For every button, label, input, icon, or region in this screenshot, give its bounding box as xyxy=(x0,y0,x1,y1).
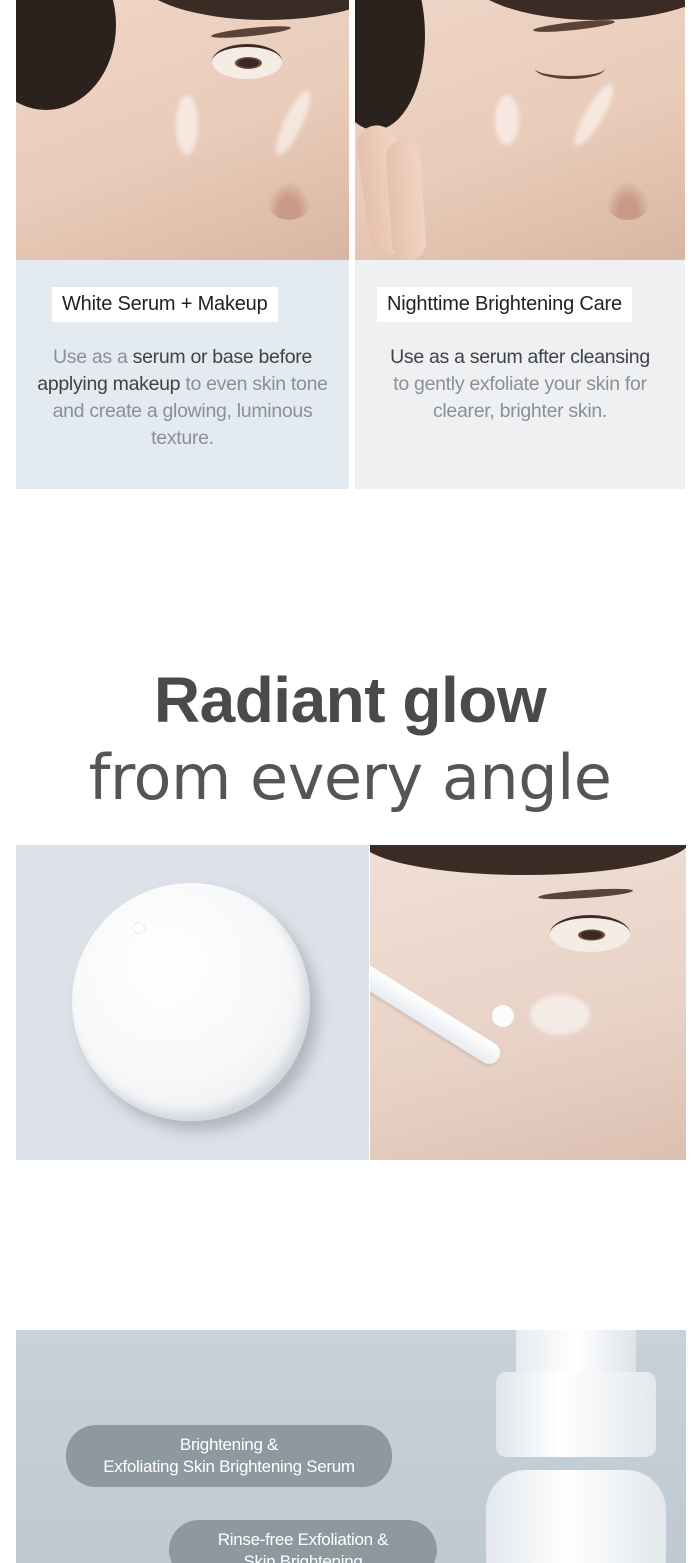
badge-line: Brightening & xyxy=(179,1435,279,1454)
eyebrow xyxy=(210,23,292,41)
usage-card-description: Use as a serum or base before applying m… xyxy=(16,344,349,452)
closed-eye xyxy=(535,58,605,79)
nose xyxy=(605,180,651,220)
eyebrow xyxy=(532,17,616,35)
bottle-cap xyxy=(496,1372,656,1457)
model-photo-left xyxy=(16,0,349,260)
serum-bottle xyxy=(486,1330,676,1563)
badge-line: Rinse-free Exfoliation & xyxy=(217,1530,389,1549)
dropper-tip xyxy=(492,1005,514,1027)
hair-shape xyxy=(465,0,685,20)
product-badge: Rinse-free Exfoliation & Skin Brightenin… xyxy=(169,1520,437,1563)
hair-shape xyxy=(370,845,686,875)
usage-card-title: White Serum + Makeup xyxy=(52,287,278,322)
eyebrow xyxy=(537,886,634,902)
finger xyxy=(384,138,428,260)
product-badge: Brightening & Exfoliating Skin Brighteni… xyxy=(66,1425,392,1487)
dropper xyxy=(370,956,505,1069)
product-panel: Brightening & Exfoliating Skin Brighteni… xyxy=(16,1330,686,1563)
serum-shine xyxy=(270,87,316,159)
serum-shine xyxy=(530,995,590,1035)
serum-drop xyxy=(72,883,310,1121)
hair-shape xyxy=(16,0,116,110)
serum-shine xyxy=(568,80,620,150)
eye xyxy=(212,44,282,79)
serum-shine xyxy=(176,95,198,155)
nose xyxy=(266,180,312,220)
headline-bold: Radiant glow xyxy=(153,664,547,736)
desc-text: Use as a xyxy=(52,346,133,368)
usage-card-description: Use as a serum after cleansing to gently… xyxy=(355,344,685,425)
usage-card-title: Nighttime Brightening Care xyxy=(377,287,632,322)
badge-line: Exfoliating Skin Brightening Serum xyxy=(103,1457,355,1476)
desc-text: to gently exfoliate your skin for cleare… xyxy=(393,373,647,422)
hair-shape xyxy=(136,0,349,20)
usage-card-makeup: White Serum + Makeup Use as a serum or b… xyxy=(16,0,349,489)
model-photo-right xyxy=(355,0,685,260)
headline-light: from every angle xyxy=(88,741,612,814)
serum-shine xyxy=(495,95,519,145)
badge-line: Skin Brightening xyxy=(243,1552,363,1563)
usage-card-night: Nighttime Brightening Care Use as a seru… xyxy=(355,0,685,489)
drop-highlight xyxy=(134,923,144,933)
hair-shape xyxy=(355,0,425,130)
eye xyxy=(550,915,630,952)
desc-emphasis: Use as a serum after cleansing xyxy=(390,346,650,368)
serum-drop-image xyxy=(16,845,369,1160)
bottle-body xyxy=(486,1470,666,1563)
model-dropper-image xyxy=(370,845,686,1160)
